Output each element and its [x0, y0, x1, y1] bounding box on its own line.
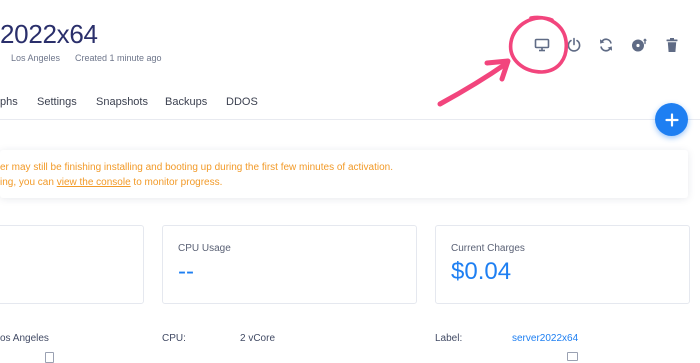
reinstall-button[interactable] [629, 36, 649, 54]
power-icon [567, 37, 581, 52]
cpu-label: CPU: [162, 333, 186, 344]
tab-settings[interactable]: Settings [37, 96, 77, 108]
bandwidth-card [0, 225, 144, 304]
monitor-icon [534, 38, 550, 52]
view-console-button[interactable] [532, 36, 552, 54]
server-created-time: Created 1 minute ago [75, 53, 162, 63]
cpu-value: 2 vCore [240, 333, 276, 344]
refresh-icon [600, 38, 612, 52]
plus-icon [664, 112, 679, 127]
alert-line-1: er may still be finishing installing and… [0, 162, 393, 173]
alert-line-2: ing, you can view the console to monitor… [0, 177, 222, 188]
annotation-arrow-shaft [437, 60, 510, 107]
trash-icon [666, 38, 678, 52]
alert-line-2-prefix: ing, you can [0, 177, 57, 188]
disc-icon [632, 38, 647, 52]
view-console-link[interactable]: view the console [57, 177, 131, 188]
cpu-usage-label: CPU Usage [178, 243, 231, 254]
cpu-usage-card [162, 225, 417, 304]
restart-button[interactable] [596, 36, 616, 54]
installation-alert: er may still be finishing installing and… [0, 150, 688, 198]
current-charges-value: $0.04 [451, 258, 512, 285]
server-title: 2022x64 [0, 19, 98, 49]
tabs-divider [0, 119, 700, 120]
cpu-usage-value: -- [178, 258, 194, 285]
label-value[interactable]: server2022x64 [512, 333, 578, 344]
tab-backups[interactable]: Backups [165, 96, 207, 108]
destroy-button[interactable] [662, 36, 682, 54]
tab-snapshots[interactable]: Snapshots [96, 96, 148, 108]
label-label: Label: [435, 333, 463, 344]
current-charges-label: Current Charges [451, 243, 525, 254]
tab-graphs[interactable]: phs [0, 96, 18, 108]
tab-ddos[interactable]: DDOS [226, 96, 258, 108]
location-value: os Angeles [0, 333, 49, 344]
add-button[interactable] [655, 103, 688, 136]
power-button[interactable] [564, 36, 584, 54]
alert-line-2-suffix: to monitor progress. [130, 177, 223, 188]
server-location: Los Angeles [11, 53, 61, 63]
edit-icon[interactable] [567, 352, 578, 361]
annotation-arrow-head [484, 58, 511, 82]
copy-icon[interactable] [45, 352, 54, 363]
